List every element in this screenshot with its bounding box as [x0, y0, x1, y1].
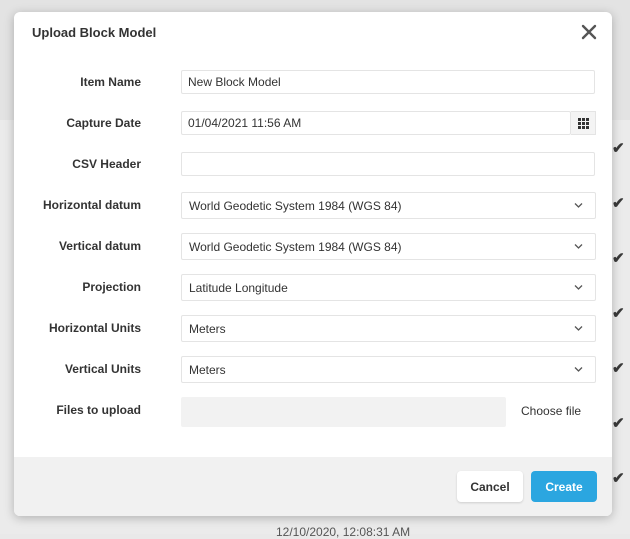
item-name-label: Item Name [80, 75, 141, 89]
csv-header-input[interactable] [181, 152, 595, 176]
chevron-down-icon [574, 203, 583, 208]
cancel-button[interactable]: Cancel [457, 471, 523, 502]
vertical-datum-select[interactable]: World Geodetic System 1984 (WGS 84) [181, 233, 596, 260]
check-icon: ✔ [612, 195, 625, 212]
check-icon: ✔ [612, 360, 625, 377]
chevron-down-icon [574, 367, 583, 372]
horizontal-units-value: Meters [189, 322, 226, 336]
vertical-units-value: Meters [189, 363, 226, 377]
files-label: Files to upload [56, 403, 141, 417]
capture-date-row: Capture Date [14, 111, 612, 137]
vertical-datum-label: Vertical datum [58, 239, 141, 253]
horizontal-units-row: Horizontal Units Meters [14, 315, 612, 342]
chevron-down-icon [574, 285, 583, 290]
chevron-down-icon [574, 326, 583, 331]
upload-block-model-dialog: Upload Block Model Item Name Capture Dat… [14, 12, 612, 516]
horizontal-datum-select[interactable]: World Geodetic System 1984 (WGS 84) [181, 192, 596, 219]
create-button[interactable]: Create [531, 471, 597, 502]
csv-header-row: CSV Header [14, 152, 612, 178]
check-icon: ✔ [612, 140, 625, 157]
horizontal-units-select[interactable]: Meters [181, 315, 596, 342]
dialog-footer: Cancel Create [14, 457, 612, 516]
vertical-datum-row: Vertical datum World Geodetic System 198… [14, 233, 612, 260]
capture-date-input[interactable] [181, 111, 571, 135]
item-name-input[interactable] [181, 70, 595, 94]
file-drop-area[interactable] [181, 397, 506, 427]
calendar-icon[interactable] [571, 111, 596, 135]
capture-date-label: Capture Date [66, 116, 141, 130]
horizontal-datum-row: Horizontal datum World Geodetic System 1… [14, 192, 612, 219]
item-name-row: Item Name [14, 70, 612, 96]
vertical-units-select[interactable]: Meters [181, 356, 596, 383]
dialog-header: Upload Block Model [14, 12, 612, 54]
vertical-units-label: Vertical Units [64, 362, 141, 376]
chevron-down-icon [574, 244, 583, 249]
check-icon: ✔ [612, 250, 625, 267]
files-row: Files to upload Choose file [14, 397, 612, 429]
projection-value: Latitude Longitude [189, 281, 288, 295]
horizontal-datum-value: World Geodetic System 1984 (WGS 84) [189, 199, 402, 213]
check-icon: ✔ [612, 305, 625, 322]
vertical-units-row: Vertical Units Meters [14, 356, 612, 383]
check-icon: ✔ [612, 470, 625, 487]
projection-row: Projection Latitude Longitude [14, 274, 612, 301]
horizontal-units-label: Horizontal Units [49, 321, 141, 335]
projection-select[interactable]: Latitude Longitude [181, 274, 596, 301]
csv-header-label: CSV Header [72, 157, 141, 171]
check-icon: ✔ [612, 415, 625, 432]
close-icon[interactable] [580, 23, 598, 41]
projection-label: Projection [82, 280, 141, 294]
background-timestamp: 12/10/2020, 12:08:31 AM [276, 525, 411, 539]
vertical-datum-value: World Geodetic System 1984 (WGS 84) [189, 240, 402, 254]
dialog-title: Upload Block Model [32, 25, 157, 40]
horizontal-datum-label: Horizontal datum [43, 198, 141, 212]
choose-file-button[interactable]: Choose file [521, 404, 581, 418]
